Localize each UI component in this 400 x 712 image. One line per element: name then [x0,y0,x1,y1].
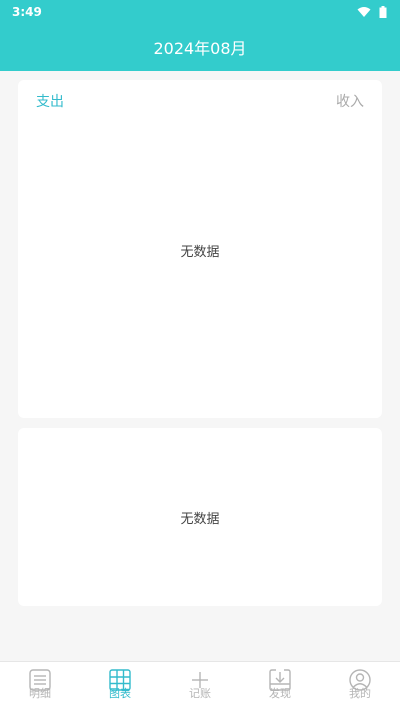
status-bar: 3:49 [0,0,400,24]
nav-item-discover[interactable]: 发现 [240,662,320,712]
nav-label: 图表 [109,687,131,700]
tab-expense[interactable]: 支出 [36,91,64,111]
nav-label: 我的 [349,687,371,700]
nav-label: 记账 [189,687,211,700]
chart-empty-text: 无数据 [180,245,220,260]
status-time: 3:49 [12,5,42,19]
nav-item-add-record[interactable]: 记账 [160,662,240,712]
list-card: 无数据 [18,428,382,606]
tab-income[interactable]: 收入 [336,91,364,111]
nav-item-profile[interactable]: 我的 [320,662,400,712]
bottom-nav: 明细 图表 记账 发现 我的 [0,661,400,712]
battery-icon [379,6,387,18]
list-empty-text: 无数据 [180,512,220,527]
nav-item-chart[interactable]: 图表 [80,662,160,712]
nav-label: 明细 [29,687,51,700]
wifi-icon [357,7,371,17]
chart-card: 支出 收入 无数据 [18,80,382,418]
nav-label: 发现 [269,687,291,700]
page-title[interactable]: 2024年08月 [0,35,400,59]
nav-item-details[interactable]: 明细 [0,662,80,712]
app-header: 3:49 2024年08月 [0,0,400,71]
